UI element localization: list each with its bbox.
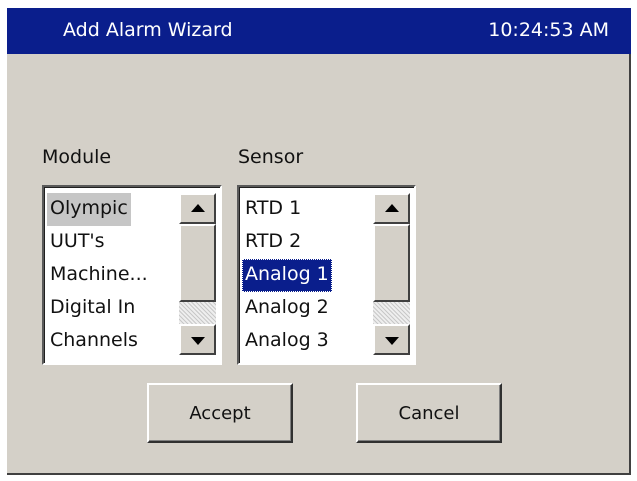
sensor-item-analog-2[interactable]: Analog 2 <box>242 292 332 325</box>
sensor-listbox[interactable]: RTD 1 RTD 2 Analog 1 Analog 2 Analog 3 <box>237 185 416 365</box>
arrow-up-icon <box>384 203 399 212</box>
module-label: Module <box>42 146 112 168</box>
sensor-item-rtd-2[interactable]: RTD 2 <box>242 226 332 259</box>
module-listbox[interactable]: Olympic UUT's Machine... Digital In Chan… <box>42 185 222 365</box>
module-scrollbar[interactable] <box>179 193 216 355</box>
sensor-scroll-track[interactable] <box>373 224 410 324</box>
module-scroll-up-button[interactable] <box>179 193 216 224</box>
arrow-down-icon <box>384 336 399 345</box>
sensor-item-rtd-1[interactable]: RTD 1 <box>242 193 332 226</box>
module-item-channels[interactable]: Channels <box>47 325 151 358</box>
arrow-down-icon <box>190 336 205 345</box>
module-item-uuts[interactable]: UUT's <box>47 226 151 259</box>
module-scroll-thumb[interactable] <box>179 224 216 302</box>
sensor-scrollbar[interactable] <box>373 193 410 355</box>
sensor-label: Sensor <box>238 146 304 168</box>
sensor-scroll-up-button[interactable] <box>373 193 410 224</box>
accept-button[interactable]: Accept <box>147 383 293 443</box>
module-item-digital-in[interactable]: Digital In <box>47 292 151 325</box>
module-scroll-track[interactable] <box>179 224 216 324</box>
module-items: Olympic UUT's Machine... Digital In Chan… <box>47 193 151 358</box>
clock: 10:24:53 AM <box>488 19 609 41</box>
sensor-item-analog-1[interactable]: Analog 1 <box>242 259 332 292</box>
list-item[interactable]: Olympic <box>47 193 151 226</box>
window-title: Add Alarm Wizard <box>63 19 233 41</box>
sensor-items: RTD 1 RTD 2 Analog 1 Analog 2 Analog 3 <box>242 193 332 358</box>
arrow-up-icon <box>190 203 205 212</box>
cancel-button[interactable]: Cancel <box>356 383 502 443</box>
title-bar: Add Alarm Wizard 10:24:53 AM <box>7 8 631 54</box>
module-scroll-down-button[interactable] <box>179 324 216 355</box>
list-item[interactable]: Analog 1 <box>242 259 332 292</box>
sensor-scroll-thumb[interactable] <box>373 224 410 302</box>
module-item-machine[interactable]: Machine... <box>47 259 151 292</box>
sensor-scroll-down-button[interactable] <box>373 324 410 355</box>
sensor-item-analog-3[interactable]: Analog 3 <box>242 325 332 358</box>
module-item-olympic[interactable]: Olympic <box>47 193 131 226</box>
